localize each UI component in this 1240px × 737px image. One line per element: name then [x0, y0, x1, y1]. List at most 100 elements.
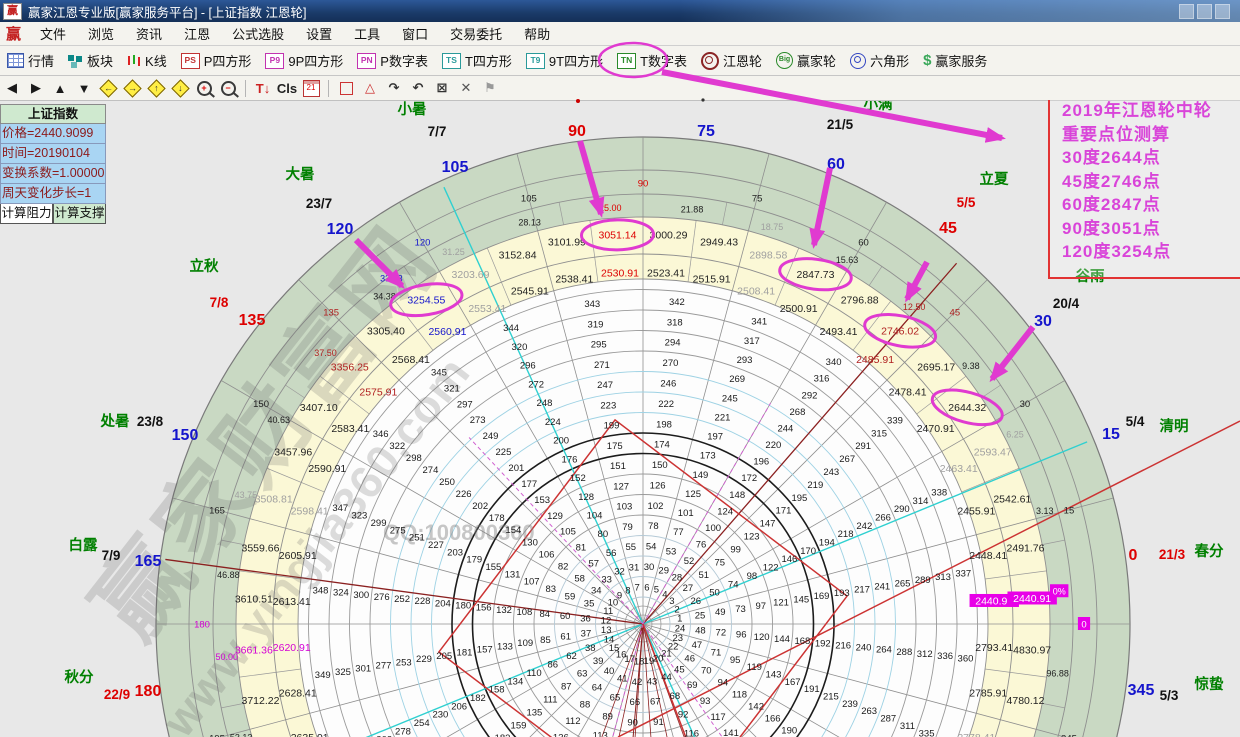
instrument-name: 上证指数: [0, 104, 106, 124]
svg-text:3000.29: 3000.29: [650, 230, 688, 242]
toolbar-button-六角形[interactable]: 六角形: [843, 49, 916, 73]
toolbar-button-板块[interactable]: 板块: [61, 49, 120, 73]
svg-text:44: 44: [661, 672, 672, 683]
svg-text:2796.88: 2796.88: [841, 295, 879, 307]
svg-text:4830.97: 4830.97: [1013, 644, 1051, 656]
svg-text:清明: 清明: [1160, 417, 1189, 435]
prev-icon[interactable]: ◀: [0, 78, 24, 98]
toolbar-button-P数字表[interactable]: PNP数字表: [350, 49, 435, 73]
calc-resistance-button[interactable]: 计算阻力: [0, 204, 53, 224]
svg-text:339: 339: [887, 415, 903, 426]
toolbar-button-9P四方形[interactable]: P99P四方形: [258, 49, 350, 73]
svg-text:267: 267: [839, 454, 855, 465]
toolbar-button-9T四方形[interactable]: T99T四方形: [519, 49, 610, 73]
calendar-icon[interactable]: 21: [299, 78, 323, 98]
svg-text:2746.02: 2746.02: [881, 326, 919, 338]
menu-item-7[interactable]: 窗口: [391, 22, 439, 45]
toolbar-button-T数字表[interactable]: TNT数字表: [610, 49, 694, 73]
toolbar-button-赢家轮[interactable]: Big赢家轮: [769, 49, 843, 73]
anno-line: 45度2746点: [1062, 170, 1240, 194]
title-bar: 赢 赢家江恩专业版[赢家服务平台] - [上证指数 江恩轮]: [0, 0, 1240, 22]
menu-item-1[interactable]: 浏览: [77, 22, 125, 45]
svg-text:168: 168: [794, 636, 810, 647]
svg-text:338: 338: [931, 488, 947, 499]
menu-item-3[interactable]: 江恩: [173, 22, 221, 45]
svg-text:230: 230: [432, 710, 448, 721]
svg-text:6: 6: [644, 582, 649, 593]
svg-text:2545.91: 2545.91: [511, 285, 549, 297]
svg-text:272: 272: [528, 379, 544, 390]
svg-text:254: 254: [414, 718, 430, 729]
rotate-ccw-icon[interactable]: ↶: [406, 78, 430, 98]
svg-text:58: 58: [574, 573, 585, 584]
svg-text:190: 190: [781, 726, 797, 737]
svg-text:220: 220: [765, 440, 781, 451]
svg-text:3559.66: 3559.66: [242, 543, 280, 555]
toolbar-button-江恩轮[interactable]: 江恩轮: [694, 49, 769, 73]
svg-text:2463.41: 2463.41: [940, 463, 978, 475]
svg-text:174: 174: [654, 440, 670, 451]
svg-text:175: 175: [607, 441, 623, 452]
t-cursor-icon[interactable]: T↓: [251, 78, 275, 98]
menu-item-4[interactable]: 公式选股: [221, 22, 295, 45]
svg-text:2440.91: 2440.91: [1013, 593, 1051, 605]
anno-line: 120度3254点: [1062, 240, 1240, 264]
svg-text:57: 57: [588, 559, 599, 570]
down-icon[interactable]: ▼: [72, 78, 96, 98]
svg-text:15.63: 15.63: [836, 255, 859, 265]
zoom-in-icon[interactable]: +: [192, 78, 216, 98]
menu-item-0[interactable]: 文件: [29, 22, 77, 45]
svg-text:白露: 白露: [69, 536, 98, 554]
shift-left-icon[interactable]: ←: [96, 78, 120, 98]
svg-text:312: 312: [917, 649, 933, 660]
toolbar-button-T四方形[interactable]: TST四方形: [435, 49, 519, 73]
menu-item-2[interactable]: 资讯: [125, 22, 173, 45]
toolbar-button-P四方形[interactable]: PSP四方形: [174, 49, 259, 73]
toolbar-button-赢家服务[interactable]: $赢家服务: [916, 49, 994, 73]
svg-text:300: 300: [353, 590, 369, 601]
menu-item-8[interactable]: 交易委托: [439, 22, 513, 45]
svg-text:347: 347: [332, 503, 348, 514]
svg-text:50.00: 50.00: [216, 652, 239, 662]
svg-text:4: 4: [662, 589, 667, 600]
box-x-icon[interactable]: ⊠: [430, 78, 454, 98]
svg-text:105: 105: [560, 527, 576, 538]
anno-line: 90度3051点: [1062, 217, 1240, 241]
toolbar-button-行情[interactable]: 行情: [0, 49, 61, 73]
svg-text:28: 28: [672, 573, 683, 584]
rotate-cw-icon[interactable]: ↷: [382, 78, 406, 98]
svg-text:75: 75: [714, 557, 725, 568]
draw-triangle-icon[interactable]: △: [358, 78, 382, 98]
calc-support-button[interactable]: 计算支撑: [53, 204, 106, 224]
menu-item-9[interactable]: 帮助: [513, 22, 561, 45]
anno-line: 2019年江恩轮中轮: [1062, 100, 1240, 123]
menu-item-5[interactable]: 设置: [295, 22, 343, 45]
cls-button[interactable]: Cls: [275, 78, 299, 98]
svg-text:2635.91: 2635.91: [291, 732, 329, 737]
svg-text:0%: 0%: [1053, 587, 1066, 597]
flag-icon[interactable]: ⚑: [478, 78, 502, 98]
shift-right-icon[interactable]: →: [120, 78, 144, 98]
toolbar-button-K线[interactable]: K线: [120, 49, 174, 73]
badge: TN: [617, 53, 636, 69]
svg-text:147: 147: [760, 519, 776, 530]
svg-text:273: 273: [470, 415, 486, 426]
svg-text:75: 75: [697, 123, 715, 140]
svg-text:130: 130: [522, 537, 538, 548]
svg-text:27: 27: [683, 583, 694, 594]
resize-icon[interactable]: ✕: [454, 78, 478, 98]
next-icon[interactable]: ▶: [24, 78, 48, 98]
zoom-out-icon[interactable]: −: [216, 78, 240, 98]
menu-item-6[interactable]: 工具: [343, 22, 391, 45]
draw-square-icon[interactable]: [334, 78, 358, 98]
svg-text:177: 177: [521, 479, 537, 490]
svg-text:100: 100: [705, 523, 721, 534]
up-icon[interactable]: ▲: [48, 78, 72, 98]
svg-text:94: 94: [718, 677, 729, 688]
shift-down-icon[interactable]: ↓: [168, 78, 192, 98]
svg-text:222: 222: [658, 399, 674, 410]
svg-text:277: 277: [376, 661, 392, 672]
svg-text:85: 85: [540, 635, 551, 646]
svg-text:15: 15: [1064, 505, 1075, 516]
shift-up-icon[interactable]: ↑: [144, 78, 168, 98]
